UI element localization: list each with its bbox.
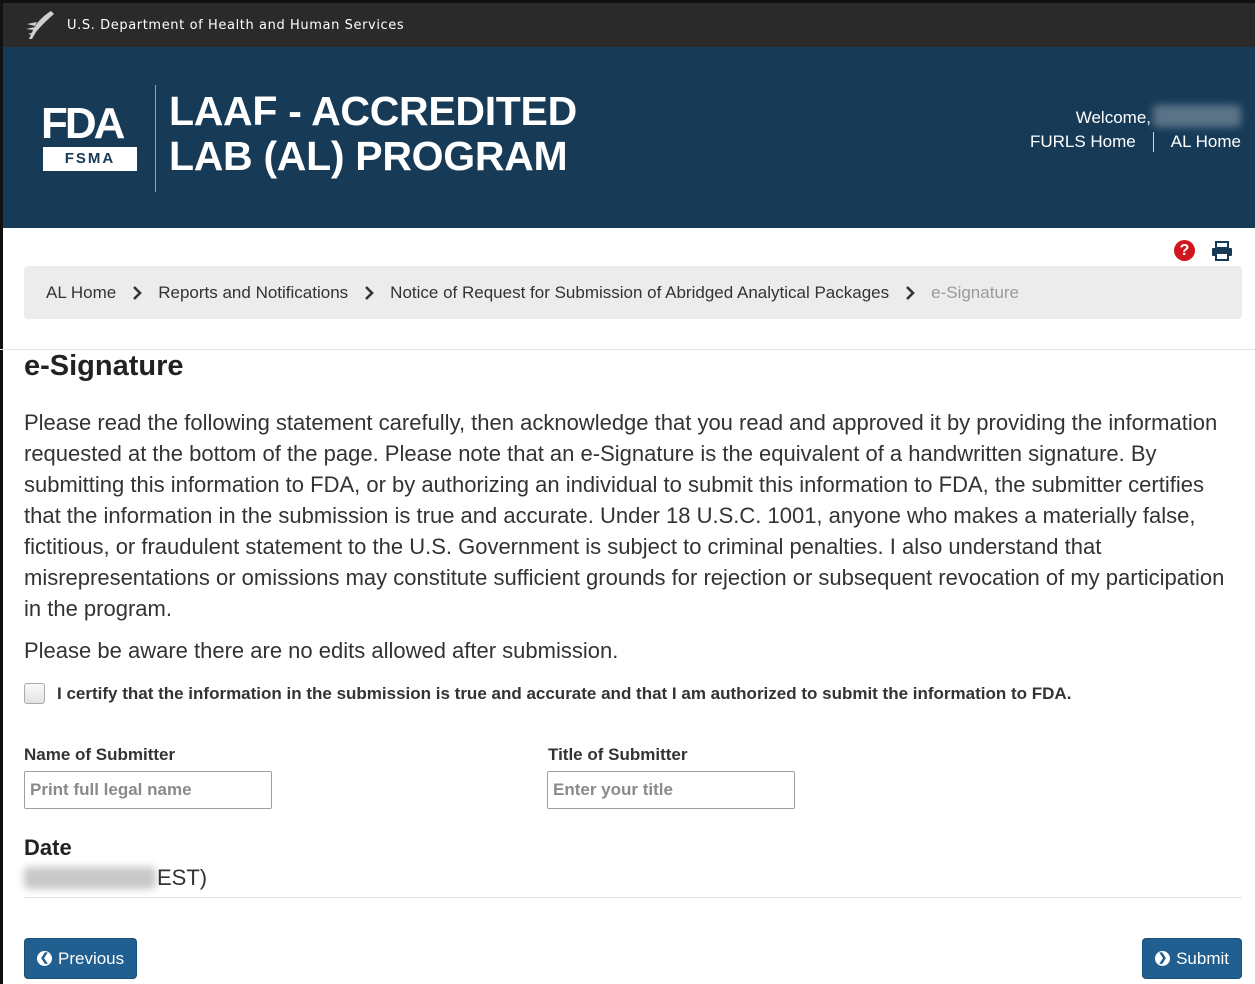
breadcrumb-reports-and-notifications[interactable]: Reports and Notifications (158, 283, 348, 303)
hhs-top-bar: U.S. Department of Health and Human Serv… (3, 3, 1255, 47)
furls-home-link[interactable]: FURLS Home (1030, 132, 1136, 152)
program-title: LAAF - ACCREDITED LAB (AL) PROGRAM (169, 89, 577, 179)
signature-statement: Please read the following statement care… (24, 410, 1225, 621)
banner-divider (155, 85, 156, 192)
previous-button-label: Previous (58, 948, 125, 968)
breadcrumb: AL Home Reports and Notifications Notice… (24, 266, 1242, 319)
no-edits-notice: Please be aware there are no edits allow… (24, 638, 619, 663)
certify-label[interactable]: I certify that the information in the su… (57, 684, 1071, 704)
chevron-right-icon (906, 285, 915, 300)
chevron-right-icon (365, 285, 375, 300)
welcome-user-name-redacted (1153, 105, 1241, 127)
fda-logo-text: FDA (41, 99, 125, 148)
date-timezone: EST) (157, 865, 208, 890)
program-title-line1: LAAF - ACCREDITED (169, 88, 577, 134)
breadcrumb-e-signature-current: e-Signature (931, 282, 1020, 302)
fsma-logo-text: FSMA (43, 147, 137, 171)
previous-button[interactable]: ❮ Previous (24, 938, 138, 979)
title-of-submitter-input[interactable] (547, 771, 795, 809)
page-title: e-Signature (24, 350, 184, 382)
name-of-submitter-label: Name of Submitter (24, 745, 176, 764)
submit-button-label: Submit (1176, 948, 1229, 968)
program-banner: FDA FSMA LAAF - ACCREDITED LAB (AL) PROG… (3, 47, 1255, 228)
chevron-right-icon (133, 285, 143, 300)
welcome-text: Welcome, (1075, 108, 1151, 127)
hhs-department-text: U.S. Department of Health and Human Serv… (67, 17, 405, 33)
certify-row: I certify that the information in the su… (24, 683, 1071, 704)
breadcrumb-notice-of-request[interactable]: Notice of Request for Submission of Abri… (390, 283, 889, 303)
name-of-submitter-input[interactable] (24, 771, 272, 809)
hhs-eagle-icon (26, 11, 54, 39)
utility-icons: ? (1174, 240, 1233, 261)
chevron-right-circle-icon: ❯ (1155, 951, 1171, 966)
date-label: Date (24, 835, 72, 860)
title-of-submitter-label: Title of Submitter (548, 745, 688, 764)
fda-fsma-logo[interactable]: FDA FSMA (41, 99, 137, 173)
header-link-separator (1152, 132, 1154, 152)
certify-checkbox[interactable] (24, 683, 45, 704)
printer-icon[interactable] (1211, 240, 1233, 261)
divider (0, 349, 1255, 350)
date-value-redacted (24, 867, 156, 889)
header-links: FURLS Home AL Home (1030, 132, 1241, 152)
al-home-link[interactable]: AL Home (1171, 132, 1241, 152)
breadcrumb-al-home[interactable]: AL Home (46, 283, 116, 303)
submit-button[interactable]: ❯ Submit (1142, 938, 1242, 979)
program-title-line2: LAB (AL) PROGRAM (169, 133, 568, 179)
chevron-left-icon: ❮ (37, 951, 52, 966)
divider (24, 897, 1242, 898)
help-icon[interactable]: ? (1174, 240, 1195, 261)
